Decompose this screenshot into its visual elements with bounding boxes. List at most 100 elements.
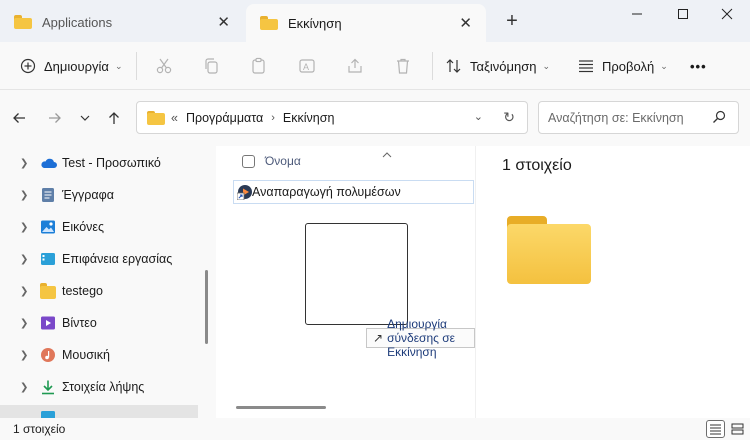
cut-icon (154, 56, 174, 76)
chevron-down-icon (80, 115, 90, 121)
sidebar-item-label: Εικόνες (62, 220, 105, 234)
rename-icon: A (297, 56, 317, 76)
view-button[interactable]: Προβολή ⌄ (576, 52, 668, 80)
back-button[interactable] (7, 106, 31, 130)
breadcrumb-programs[interactable]: Προγράμματα (186, 111, 263, 125)
column-name-label: Όνομα (265, 154, 301, 168)
refresh-icon[interactable]: ↻ (503, 109, 515, 126)
sort-label: Ταξινόμηση (470, 58, 537, 74)
paste-button[interactable] (249, 52, 269, 80)
pictures-icon (40, 219, 56, 235)
new-tab-button[interactable]: + (500, 10, 524, 34)
breadcrumb-startup[interactable]: Εκκίνηση (283, 111, 334, 125)
sidebar-item-pictures[interactable]: ❯ Εικόνες (0, 213, 200, 241)
overflow-indicator[interactable]: « (171, 111, 178, 125)
folder-icon (507, 216, 591, 284)
chevron-right-icon[interactable]: ❯ (20, 382, 28, 393)
chevron-right-icon[interactable]: ❯ (20, 254, 28, 265)
chevron-down-icon: ⌄ (660, 60, 668, 71)
music-icon (40, 347, 56, 363)
view-label: Προβολή (602, 58, 655, 74)
copy-icon (201, 56, 221, 76)
drag-tooltip: ↗ Δημιουργία σύνδεσης σε Εκκίνηση (366, 317, 475, 359)
navigation-pane: ❯ Test - Προσωπικό ❯ Έγγραφα ❯ Εικόνες ❯… (0, 146, 216, 419)
sidebar-item-videos[interactable]: ❯ Βίντεο (0, 309, 200, 337)
maximize-button[interactable] (660, 0, 706, 28)
folder-icon (147, 110, 165, 125)
cloud-icon (40, 155, 57, 171)
select-all-checkbox[interactable] (242, 154, 255, 168)
chevron-right-icon[interactable]: › (271, 112, 275, 124)
chevron-right-icon[interactable]: ❯ (20, 286, 28, 297)
horizontal-scrollbar[interactable] (236, 406, 326, 409)
sidebar-item-label: testego (62, 284, 104, 298)
command-bar: Δημιουργία ⌄ A Ταξινόμηση ⌄ Προβολή ⌄ ••… (0, 42, 750, 90)
tab-applications[interactable]: Applications ✕ (0, 6, 244, 38)
file-list: Όνομα Αναπαραγωγή πολυμέσων ↗ Δημιουργία… (218, 146, 476, 418)
tab-startup[interactable]: Εκκίνηση ✕ (246, 4, 486, 42)
sidebar-item-desktop[interactable]: ❯ Επιφάνεια εργασίας (0, 245, 200, 273)
chevron-right-icon[interactable]: ❯ (20, 158, 28, 169)
minimize-button[interactable] (614, 0, 660, 28)
chevron-right-icon[interactable]: ❯ (20, 318, 28, 329)
close-window-button[interactable] (704, 0, 750, 28)
close-icon[interactable]: ✕ (459, 14, 472, 32)
share-button[interactable] (345, 52, 365, 80)
arrow-left-icon (13, 113, 25, 123)
sidebar-item-label: Test - Προσωπικό (62, 156, 161, 170)
file-row[interactable]: Αναπαραγωγή πολυμέσων (233, 180, 474, 204)
divider (136, 52, 137, 80)
status-item-count: 1 στοιχείο (13, 422, 66, 436)
folder-icon (260, 16, 278, 30)
sidebar-item-testego[interactable]: ❯ testego (0, 277, 200, 305)
sidebar-item-partial[interactable] (0, 405, 198, 419)
preview-item-count: 1 στοιχείο (502, 157, 572, 174)
desktop-icon (40, 251, 56, 267)
chevron-right-icon[interactable]: ❯ (20, 190, 28, 201)
documents-icon (40, 187, 56, 203)
file-name: Αναπαραγωγή πολυμέσων (252, 185, 401, 199)
column-header-name[interactable]: Όνομα (242, 152, 392, 168)
arrow-right-icon (49, 113, 61, 123)
new-button[interactable]: Δημιουργία ⌄ (18, 52, 122, 80)
drag-tooltip-text: Δημιουργία σύνδεσης σε Εκκίνηση (387, 317, 456, 359)
search-box[interactable]: Αναζήτηση σε: Εκκίνηση (538, 101, 739, 134)
close-icon[interactable]: ✕ (217, 13, 230, 31)
copy-button[interactable] (201, 52, 221, 80)
search-icon[interactable] (712, 110, 726, 127)
sidebar-item-label: Στοιχεία λήψης (62, 380, 145, 394)
new-label: Δημιουργία (44, 58, 109, 74)
address-bar[interactable]: « Προγράμματα › Εκκίνηση ⌄ ↻ (136, 101, 528, 134)
add-circle-icon (18, 56, 38, 76)
sidebar-item-label: Επιφάνεια εργασίας (62, 252, 173, 266)
shortcut-arrow-icon: ↗ (373, 331, 384, 345)
tiles-view-icon (731, 423, 744, 435)
sidebar-item-downloads[interactable]: ❯ Στοιχεία λήψης (0, 373, 200, 401)
sidebar-scrollbar[interactable] (205, 270, 208, 344)
downloads-icon (40, 379, 56, 395)
sidebar-item-documents[interactable]: ❯ Έγγραφα (0, 181, 200, 209)
folder-icon (40, 283, 56, 299)
tab-label: Applications (42, 14, 113, 30)
up-button[interactable] (102, 106, 126, 130)
chevron-right-icon[interactable]: ❯ (20, 222, 28, 233)
videos-icon (40, 315, 56, 331)
tiles-view-button[interactable] (728, 420, 747, 438)
sort-ascending-icon (382, 150, 392, 161)
chevron-right-icon[interactable]: ❯ (20, 350, 28, 361)
media-player-shortcut-icon (236, 184, 253, 201)
address-dropdown-button[interactable]: ⌄ (474, 110, 483, 123)
chevron-down-icon: ⌄ (542, 60, 550, 71)
sidebar-item-music[interactable]: ❯ Μουσική (0, 341, 200, 369)
forward-button[interactable] (43, 106, 67, 130)
sidebar-item-onedrive[interactable]: ❯ Test - Προσωπικό (0, 149, 200, 177)
cut-button[interactable] (154, 52, 174, 80)
more-icon: ••• (690, 58, 707, 74)
rename-button[interactable]: A (297, 52, 317, 80)
details-view-button[interactable] (706, 420, 725, 438)
more-options-button[interactable]: ••• (690, 52, 707, 80)
view-list-icon (576, 56, 596, 76)
recent-locations-button[interactable] (73, 106, 97, 130)
sort-button[interactable]: Ταξινόμηση ⌄ (444, 52, 550, 80)
delete-button[interactable] (393, 52, 413, 80)
